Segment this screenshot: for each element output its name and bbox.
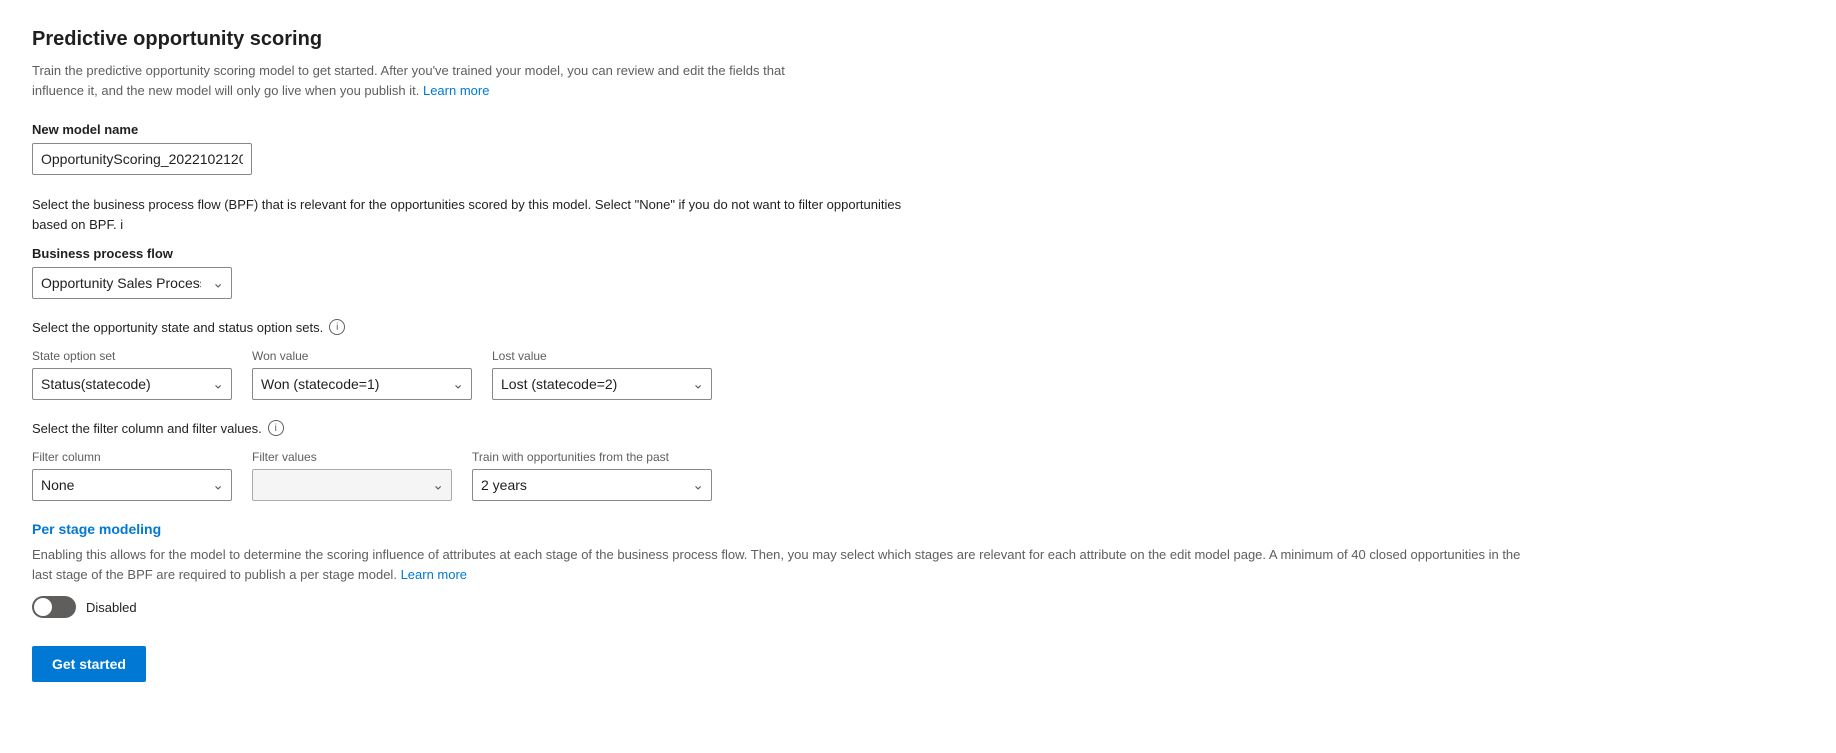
model-name-section: New model name bbox=[32, 122, 1804, 175]
model-name-input[interactable] bbox=[32, 143, 252, 175]
state-status-info-icon[interactable]: i bbox=[329, 319, 345, 335]
lost-value-dropdown[interactable]: Lost (statecode=2) bbox=[492, 368, 712, 400]
page-title: Predictive opportunity scoring bbox=[32, 28, 1804, 51]
per-stage-toggle[interactable] bbox=[32, 596, 76, 618]
won-value-group: Won value Won (statecode=1) bbox=[252, 349, 472, 400]
toggle-row: Disabled bbox=[32, 596, 1804, 618]
state-option-label: State option set bbox=[32, 349, 232, 363]
filter-dropdowns: Filter column None Filter values Train w… bbox=[32, 450, 1804, 501]
state-option-dropdown[interactable]: Status(statecode) bbox=[32, 368, 232, 400]
filter-values-label: Filter values bbox=[252, 450, 452, 464]
train-past-label: Train with opportunities from the past bbox=[472, 450, 712, 464]
filter-column-label: Filter column bbox=[32, 450, 232, 464]
filter-column-group: Filter column None bbox=[32, 450, 232, 501]
toggle-knob bbox=[34, 598, 52, 616]
per-stage-section: Per stage modeling Enabling this allows … bbox=[32, 521, 1804, 618]
toggle-label: Disabled bbox=[86, 600, 137, 615]
per-stage-learn-more-link[interactable]: Learn more bbox=[401, 567, 467, 582]
bpf-label: Business process flow bbox=[32, 246, 1804, 261]
filter-values-group: Filter values bbox=[252, 450, 452, 501]
bpf-section-text: Select the business process flow (BPF) t… bbox=[32, 195, 932, 234]
lost-value-group: Lost value Lost (statecode=2) bbox=[492, 349, 712, 400]
bpf-dropdown-wrapper: Opportunity Sales Process bbox=[32, 267, 232, 299]
won-value-label: Won value bbox=[252, 349, 472, 363]
state-status-heading: Select the opportunity state and status … bbox=[32, 319, 1804, 335]
get-started-button[interactable]: Get started bbox=[32, 646, 146, 682]
per-stage-title: Per stage modeling bbox=[32, 521, 1804, 537]
per-stage-description: Enabling this allows for the model to de… bbox=[32, 545, 1532, 584]
filter-column-dropdown[interactable]: None bbox=[32, 469, 232, 501]
filter-values-dropdown[interactable] bbox=[252, 469, 452, 501]
filter-section-heading: Select the filter column and filter valu… bbox=[32, 420, 1804, 436]
state-option-group: State option set Status(statecode) bbox=[32, 349, 232, 400]
state-status-dropdowns: State option set Status(statecode) Won v… bbox=[32, 349, 1804, 400]
learn-more-link[interactable]: Learn more bbox=[423, 83, 489, 98]
bpf-info-icon[interactable]: i bbox=[120, 217, 123, 232]
bpf-section: Select the business process flow (BPF) t… bbox=[32, 195, 1804, 299]
lost-value-label: Lost value bbox=[492, 349, 712, 363]
filter-info-icon[interactable]: i bbox=[268, 420, 284, 436]
train-past-dropdown[interactable]: 1 year 2 years 3 years 5 years bbox=[472, 469, 712, 501]
state-status-section: Select the opportunity state and status … bbox=[32, 319, 1804, 400]
model-name-label: New model name bbox=[32, 122, 1804, 137]
filter-section: Select the filter column and filter valu… bbox=[32, 420, 1804, 501]
page-description: Train the predictive opportunity scoring… bbox=[32, 61, 812, 100]
won-value-dropdown[interactable]: Won (statecode=1) bbox=[252, 368, 472, 400]
bpf-dropdown[interactable]: Opportunity Sales Process bbox=[32, 267, 232, 299]
description-text: Train the predictive opportunity scoring… bbox=[32, 63, 785, 98]
train-past-group: Train with opportunities from the past 1… bbox=[472, 450, 712, 501]
